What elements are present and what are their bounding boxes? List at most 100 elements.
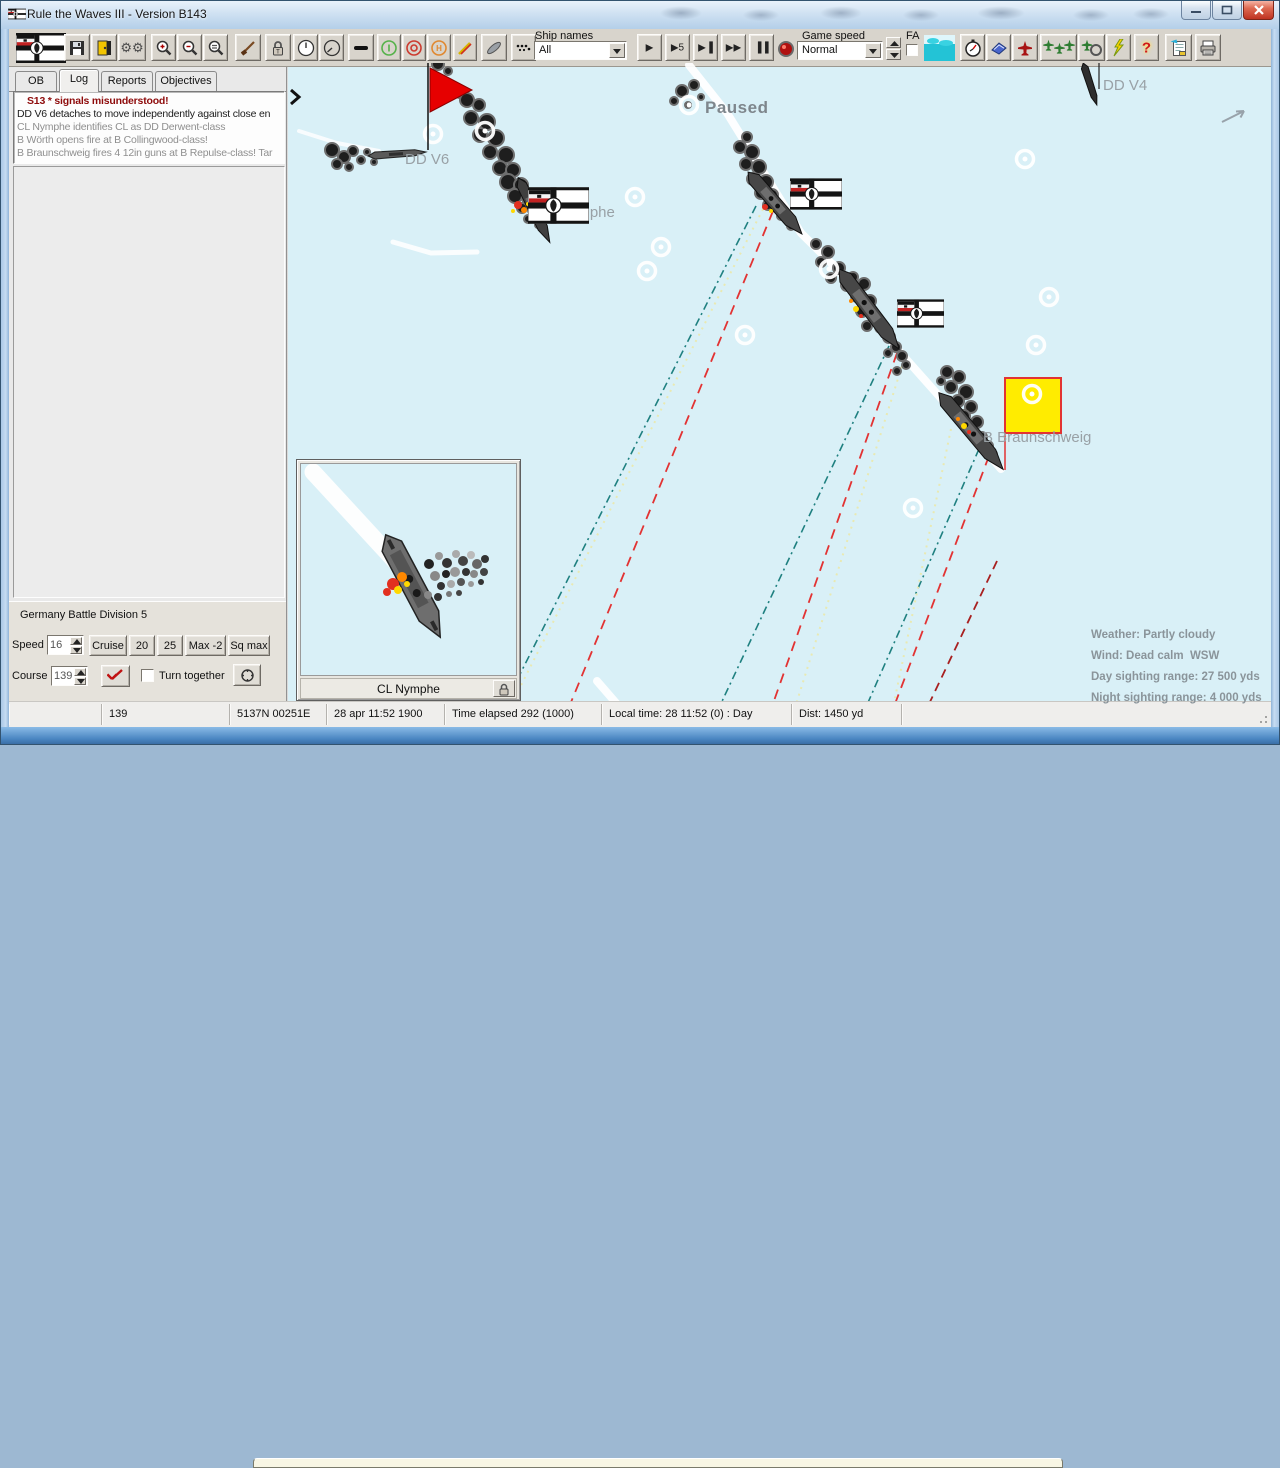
status-red-button[interactable] (402, 34, 426, 61)
aircraft-search-button[interactable] (1078, 34, 1105, 61)
paused-indicator: Paused (705, 98, 769, 117)
battle-log[interactable]: S13 * signals misunderstood! DD V6 detac… (13, 91, 285, 164)
report-button[interactable] (1165, 34, 1192, 61)
record-led-icon (778, 41, 794, 57)
stopwatch-icon (964, 39, 981, 57)
background-window-edge (253, 1458, 1063, 1468)
lightning-button[interactable] (1106, 34, 1131, 61)
tab-reports[interactable]: Reports (101, 71, 153, 91)
resize-grip[interactable] (1256, 712, 1268, 724)
status-green-button[interactable] (377, 34, 401, 61)
zoom-reset-button[interactable] (203, 34, 228, 61)
manual-button[interactable] (986, 34, 1011, 61)
title-bar[interactable]: Rule the Waves III - Version B143 (1, 1, 1279, 29)
gunfire-toggle-button[interactable] (453, 34, 477, 61)
settings-button[interactable]: ⚙⚙ (118, 34, 146, 61)
save-button[interactable] (64, 34, 90, 61)
course-input[interactable] (54, 669, 74, 683)
stopwatch-button[interactable] (960, 34, 985, 61)
gunnery-button[interactable] (235, 34, 261, 61)
compass-icon (323, 39, 340, 56)
weather-line: Weather: Partly cloudy (1091, 629, 1216, 641)
viewer-lock-button[interactable] (493, 680, 515, 697)
log-line: S13 * signals misunderstood! (27, 95, 169, 107)
ship-viewer[interactable] (300, 463, 517, 676)
close-button[interactable] (1243, 1, 1274, 20)
surface-toggle-button[interactable] (348, 34, 374, 61)
status-cell (9, 704, 101, 725)
help-button[interactable]: ? (1134, 34, 1159, 61)
ship-names-value: All (539, 44, 552, 56)
fast-forward-button[interactable]: ▶▶ (721, 34, 746, 61)
lock-button[interactable]: T (265, 34, 291, 61)
svg-text:T: T (276, 49, 280, 55)
side-panel: OB Log Reports Objectives S13 * signals … (9, 67, 288, 701)
book-icon (990, 41, 1007, 55)
ship-viewer-graphics (304, 463, 489, 639)
range-dots-button[interactable] (511, 34, 536, 61)
exit-door-icon (97, 40, 111, 55)
window-border-left (1, 29, 9, 727)
speed-25-button[interactable]: 25 (157, 635, 183, 656)
status-elapsed-cell: Time elapsed 292 (1000) (444, 704, 601, 725)
formation-circle-icon (240, 669, 254, 682)
play-5-button[interactable]: ▶5 (665, 34, 690, 61)
clock-toggle-button[interactable] (293, 34, 318, 61)
aircraft-group-icon (1042, 39, 1075, 54)
status-amber-button[interactable]: H (427, 34, 451, 61)
tab-ob[interactable]: OB (15, 71, 57, 91)
zoom-in-button[interactable] (151, 34, 176, 61)
formation-button[interactable] (233, 664, 261, 686)
play-step-button[interactable]: ▶▐ (693, 34, 718, 61)
pause-button[interactable]: ▐▐ (749, 34, 774, 61)
log-line: CL Nymphe identifies CL as DD Derwent-cl… (17, 121, 226, 133)
viewer-smoke (424, 550, 489, 601)
aircraft-group-button[interactable] (1040, 34, 1077, 61)
lock-icon: T (273, 40, 283, 55)
enemy-aircraft-icon (1018, 40, 1032, 55)
course-arrow-icon (106, 669, 123, 680)
tab-objectives[interactable]: Objectives (155, 71, 217, 91)
status-localtime-cell: Local time: 28 11:52 (0) : Day (601, 704, 791, 725)
squadron-max-speed-button[interactable]: Sq max (228, 635, 270, 656)
fa-checkbox[interactable] (906, 44, 918, 56)
clock-icon (297, 39, 314, 56)
dropdown-arrow-icon[interactable] (865, 43, 881, 58)
enemy-aircraft-button[interactable] (1012, 34, 1038, 61)
panel-divider (286, 67, 288, 701)
german-ensign-flag (790, 177, 842, 211)
exit-button[interactable] (91, 34, 117, 61)
speed-max-minus-2-button[interactable]: Max -2 (185, 635, 226, 656)
turn-together-checkbox[interactable] (141, 669, 154, 682)
printer-icon (1200, 40, 1216, 55)
green-circle-icon (381, 39, 397, 56)
help-icon: ? (1141, 39, 1152, 56)
zoom-out-button[interactable] (177, 34, 202, 61)
speed-20-button[interactable]: 20 (129, 635, 155, 656)
print-button[interactable] (1195, 34, 1221, 61)
game-speed-dropdown[interactable]: Normal (797, 41, 883, 60)
set-course-button[interactable] (101, 665, 130, 687)
course-stepper[interactable] (51, 666, 88, 686)
compass-toggle-button[interactable] (319, 34, 344, 61)
turn-together-label: Turn together (159, 670, 225, 682)
dropdown-arrow-icon[interactable] (609, 43, 625, 58)
play-button[interactable]: ▶ (637, 34, 662, 61)
maximize-icon (1221, 5, 1233, 15)
cruise-speed-button[interactable]: Cruise (89, 635, 127, 656)
ship-names-dropdown[interactable]: All (534, 41, 627, 60)
torpedo-toggle-button[interactable] (481, 34, 507, 61)
speed-stepper[interactable] (47, 635, 84, 655)
speed-input[interactable] (50, 638, 70, 652)
minimize-button[interactable] (1181, 1, 1211, 20)
tab-log[interactable]: Log (59, 69, 99, 92)
lock-icon (499, 683, 509, 696)
maximize-button[interactable] (1212, 1, 1242, 20)
zoom-out-icon (182, 40, 197, 55)
game-speed-value: Normal (802, 44, 838, 56)
game-speed-spinner[interactable] (886, 37, 901, 60)
status-position-cell: 5137N 00251E (229, 704, 326, 725)
weather-view-icon[interactable] (924, 35, 955, 61)
ship-label-dd-v4: DD V4 (1103, 77, 1148, 94)
torpedo-icon (487, 41, 501, 54)
